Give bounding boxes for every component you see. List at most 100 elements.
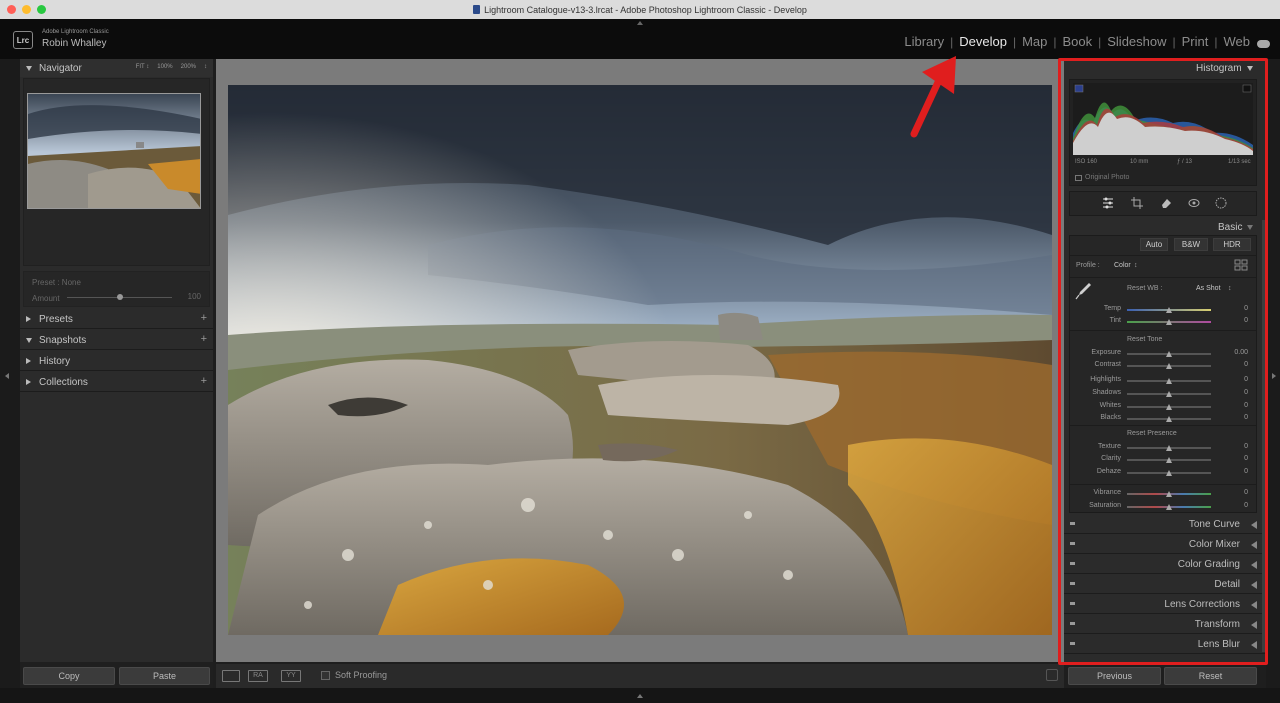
zoom-200-option[interactable]: 200% <box>181 64 196 70</box>
module-web[interactable]: Web <box>1224 34 1251 49</box>
amount-slider-knob[interactable] <box>116 294 123 300</box>
navigator-thumbnail[interactable] <box>27 93 201 209</box>
loupe-view-icon[interactable] <box>222 670 240 682</box>
histogram-collapse-icon[interactable] <box>1247 66 1253 71</box>
panel-switch-icon[interactable] <box>1070 562 1075 565</box>
blacks-value[interactable]: 0 <box>1218 414 1248 421</box>
close-window-button[interactable] <box>7 5 16 14</box>
minimize-window-button[interactable] <box>22 5 31 14</box>
original-photo-indicator[interactable]: Original Photo <box>1075 174 1129 181</box>
soft-proofing-checkbox[interactable] <box>321 671 330 680</box>
reset-presence-label[interactable]: Reset Presence <box>1127 430 1177 437</box>
dehaze-slider-knob[interactable] <box>1166 470 1172 476</box>
previous-button[interactable]: Previous <box>1068 667 1161 685</box>
texture-slider-knob[interactable] <box>1166 445 1172 451</box>
texture-value[interactable]: 0 <box>1218 443 1248 450</box>
module-develop[interactable]: Develop <box>959 34 1007 49</box>
profile-dropdown-arrow-icon[interactable]: ↕ <box>1134 262 1138 269</box>
wb-dropdown[interactable]: As Shot <box>1196 285 1221 292</box>
crop-tool-icon[interactable] <box>1131 197 1143 209</box>
navigator-header[interactable]: Navigator FIT ↕ 100% 200% ↕ <box>20 59 213 77</box>
module-library[interactable]: Library <box>904 34 944 49</box>
right-panel-toggle-icon[interactable] <box>1272 373 1276 379</box>
yy-icon[interactable]: YY <box>281 670 301 682</box>
reset-tone-label[interactable]: Reset Tone <box>1127 336 1162 343</box>
profile-dropdown[interactable]: Color <box>1114 262 1131 269</box>
module-book[interactable]: Book <box>1062 34 1092 49</box>
paste-button[interactable]: Paste <box>119 667 210 685</box>
panel-switch-icon[interactable] <box>1070 642 1075 645</box>
highlights-value[interactable]: 0 <box>1218 376 1248 383</box>
histogram-graph[interactable] <box>1073 83 1253 155</box>
whites-value[interactable]: 0 <box>1218 402 1248 409</box>
shadows-value[interactable]: 0 <box>1218 389 1248 396</box>
temp-slider-knob[interactable] <box>1166 307 1172 313</box>
panel-lens-corrections[interactable]: Lens Corrections <box>1064 596 1266 614</box>
panel-section-presets[interactable]: Presets + <box>20 309 213 329</box>
cloud-sync-icon[interactable] <box>1257 40 1270 48</box>
panel-switch-icon[interactable] <box>1070 582 1075 585</box>
masking-icon[interactable] <box>1215 197 1227 209</box>
add-collections-icon[interactable]: + <box>201 375 207 387</box>
panel-tone-curve[interactable]: Tone Curve <box>1064 516 1266 534</box>
wb-dropdown-arrow-icon[interactable]: ↕ <box>1228 285 1232 292</box>
module-map[interactable]: Map <box>1022 34 1047 49</box>
tint-value[interactable]: 0 <box>1218 317 1248 324</box>
before-after-icon[interactable]: RA <box>248 670 268 682</box>
histogram-title[interactable]: Histogram <box>1196 63 1242 74</box>
hdr-button[interactable]: HDR <box>1213 238 1251 251</box>
panel-section-collections[interactable]: Collections + <box>20 372 213 392</box>
toolbar-menu-chevron-icon[interactable] <box>1046 669 1058 681</box>
blacks-slider-knob[interactable] <box>1166 416 1172 422</box>
highlights-slider-knob[interactable] <box>1166 378 1172 384</box>
healing-eraser-icon[interactable] <box>1160 197 1172 209</box>
zoom-100-option[interactable]: 100% <box>157 64 172 70</box>
zoom-more-option[interactable]: ↕ <box>204 64 207 70</box>
temp-value[interactable]: 0 <box>1218 305 1248 312</box>
panel-switch-icon[interactable] <box>1070 542 1075 545</box>
edit-sliders-icon[interactable] <box>1102 197 1114 209</box>
left-panel-toggle-icon[interactable] <box>5 373 9 379</box>
reset-button[interactable]: Reset <box>1164 667 1257 685</box>
dehaze-value[interactable]: 0 <box>1218 468 1248 475</box>
panel-transform[interactable]: Transform <box>1064 616 1266 634</box>
panel-switch-icon[interactable] <box>1070 622 1075 625</box>
shadows-slider-knob[interactable] <box>1166 391 1172 397</box>
clarity-slider-knob[interactable] <box>1166 457 1172 463</box>
auto-button[interactable]: Auto <box>1140 238 1168 251</box>
panel-color-grading[interactable]: Color Grading <box>1064 556 1266 574</box>
panel-switch-icon[interactable] <box>1070 522 1075 525</box>
saturation-slider-knob[interactable] <box>1166 504 1172 510</box>
tint-slider-knob[interactable] <box>1166 319 1172 325</box>
panel-color-mixer[interactable]: Color Mixer <box>1064 536 1266 554</box>
panel-section-snapshots[interactable]: Snapshots + <box>20 330 213 350</box>
bottom-panel-toggle-icon[interactable] <box>637 694 643 698</box>
white-balance-eyedropper-icon[interactable] <box>1075 281 1093 301</box>
reset-wb-label[interactable]: Reset WB : <box>1127 285 1162 292</box>
panel-switch-icon[interactable] <box>1070 602 1075 605</box>
main-photo[interactable] <box>228 85 1052 635</box>
add-presets-icon[interactable]: + <box>201 312 207 324</box>
profile-browser-grid-icon[interactable] <box>1234 259 1248 271</box>
copy-button[interactable]: Copy <box>23 667 115 685</box>
vibrance-slider-knob[interactable] <box>1166 491 1172 497</box>
panel-section-history[interactable]: History <box>20 351 213 371</box>
zoom-window-button[interactable] <box>37 5 46 14</box>
exposure-slider-knob[interactable] <box>1166 351 1172 357</box>
saturation-value[interactable]: 0 <box>1218 502 1248 509</box>
vibrance-value[interactable]: 0 <box>1218 489 1248 496</box>
exposure-value[interactable]: 0.00 <box>1218 349 1248 356</box>
basic-collapse-icon[interactable] <box>1247 225 1253 230</box>
contrast-slider-knob[interactable] <box>1166 363 1172 369</box>
panel-detail[interactable]: Detail <box>1064 576 1266 594</box>
module-print[interactable]: Print <box>1182 34 1209 49</box>
module-slideshow[interactable]: Slideshow <box>1107 34 1166 49</box>
bw-treatment-button[interactable]: B&W <box>1174 238 1208 251</box>
contrast-value[interactable]: 0 <box>1218 361 1248 368</box>
top-panel-toggle-icon[interactable] <box>637 21 643 25</box>
add-snapshots-icon[interactable]: + <box>201 333 207 345</box>
whites-slider-knob[interactable] <box>1166 404 1172 410</box>
panel-lens-blur[interactable]: Lens Blur <box>1064 636 1266 654</box>
zoom-fit-option[interactable]: FIT ↕ <box>136 64 150 70</box>
clarity-value[interactable]: 0 <box>1218 455 1248 462</box>
